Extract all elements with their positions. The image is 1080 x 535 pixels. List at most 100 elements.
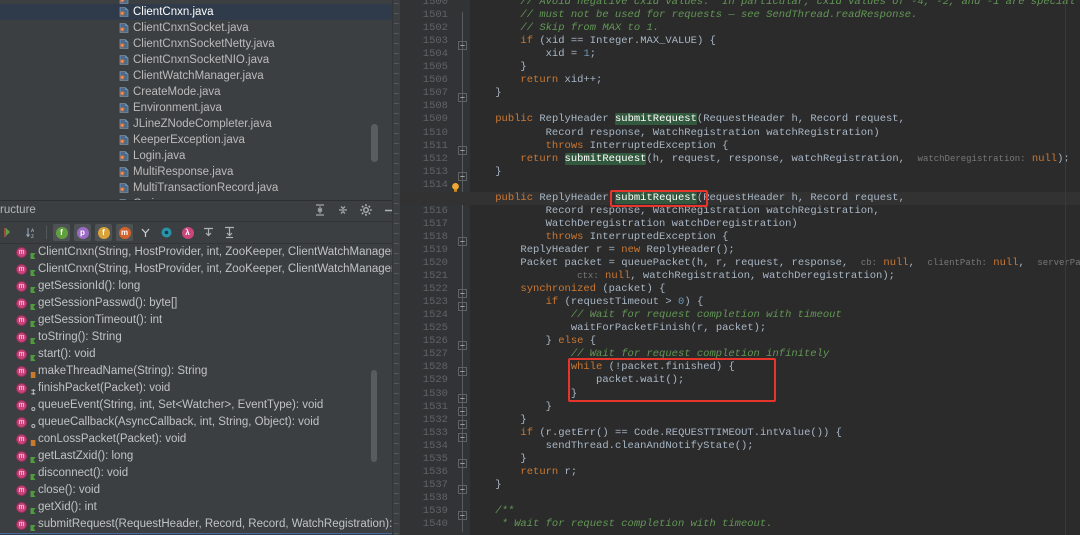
- list-item[interactable]: ClientCnxnSocket.java: [0, 20, 400, 36]
- code-fold-toggle[interactable]: [458, 142, 467, 155]
- editor-code-folding-column[interactable]: [456, 0, 470, 535]
- line-number[interactable]: 1508: [423, 100, 448, 113]
- code-line[interactable]: if (xid == Integer.MAX_VALUE) {: [470, 35, 715, 48]
- line-number[interactable]: 1525: [423, 322, 448, 335]
- line-number[interactable]: 1506: [423, 74, 448, 87]
- code-fold-toggle[interactable]: [458, 168, 467, 181]
- line-number[interactable]: 1530: [423, 388, 448, 401]
- list-item[interactable]: m getLastZxid(): long: [0, 448, 400, 465]
- code-line[interactable]: if (requestTimeout > 0) {: [470, 296, 704, 309]
- line-number[interactable]: 1537: [423, 479, 448, 492]
- code-line[interactable]: if (r.getErr() == Code.REQUESTTIMEOUT.in…: [470, 427, 842, 440]
- line-number[interactable]: 1538: [423, 492, 448, 505]
- code-line[interactable]: WatchDeregistration watchDeregistration): [470, 218, 798, 231]
- code-line[interactable]: public ReplyHeader submitRequest(Request…: [470, 113, 905, 126]
- list-item[interactable]: m toString(): String: [0, 329, 400, 346]
- sort-alphabetically-button[interactable]: AZ: [23, 224, 40, 241]
- code-fold-toggle[interactable]: [458, 429, 467, 442]
- line-number[interactable]: 1511: [423, 140, 448, 153]
- list-item[interactable]: Login.java: [0, 148, 400, 164]
- gear-icon[interactable]: [359, 203, 373, 217]
- code-fold-toggle[interactable]: [458, 233, 467, 246]
- line-number[interactable]: 1522: [423, 283, 448, 296]
- list-item[interactable]: ClientWatchManager.java: [0, 68, 400, 84]
- show-fields-button[interactable]: f: [53, 224, 70, 241]
- line-number[interactable]: 1505: [423, 61, 448, 74]
- code-line[interactable]: } else {: [470, 335, 596, 348]
- code-line[interactable]: ReplyHeader r = new ReplyHeader();: [470, 244, 734, 257]
- line-number[interactable]: 1504: [423, 48, 448, 61]
- line-number[interactable]: 1512: [423, 153, 448, 166]
- show-lambdas-button[interactable]: λ: [179, 224, 196, 241]
- expand-all-icon[interactable]: [313, 203, 327, 217]
- editor-code-text[interactable]: // Avoid negative cxid values. In partic…: [400, 0, 1080, 535]
- line-number[interactable]: 1500: [423, 0, 448, 9]
- list-item[interactable]: m disconnect(): void: [0, 465, 400, 482]
- code-fold-toggle[interactable]: [458, 416, 467, 429]
- line-number[interactable]: 1535: [423, 453, 448, 466]
- code-line[interactable]: Packet packet = queuePacket(h, r, reques…: [470, 257, 1080, 270]
- list-item[interactable]: m finishPacket(Packet): void: [0, 380, 400, 397]
- project-tree-scrollbar-thumb[interactable]: [371, 124, 378, 162]
- line-number[interactable]: 1533: [423, 427, 448, 440]
- list-item[interactable]: Environment.java: [0, 100, 400, 116]
- line-number[interactable]: 1534: [423, 440, 448, 453]
- code-line[interactable]: }: [470, 479, 501, 492]
- code-line[interactable]: throws InterruptedException {: [470, 140, 729, 153]
- line-number[interactable]: 1536: [423, 466, 448, 479]
- list-item[interactable]: m conLossPacket(Packet): void: [0, 431, 400, 448]
- code-line[interactable]: Record response, WatchRegistration watch…: [470, 127, 880, 140]
- list-item[interactable]: CreateMode.java: [0, 84, 400, 100]
- code-fold-toggle[interactable]: [458, 37, 467, 51]
- expand-tree-button[interactable]: [200, 224, 217, 241]
- code-fold-toggle[interactable]: [458, 455, 467, 468]
- code-line[interactable]: // Avoid negative cxid values. In partic…: [470, 0, 1080, 9]
- code-line[interactable]: ctx: null, watchRegistration, watchDereg…: [470, 270, 895, 283]
- list-item[interactable]: m ClientCnxn(String, HostProvider, int, Z…: [0, 261, 400, 278]
- list-item[interactable]: m start(): void: [0, 346, 400, 363]
- line-number[interactable]: 1501: [423, 9, 448, 22]
- list-item[interactable]: MultiResponse.java: [0, 164, 400, 180]
- line-number[interactable]: 1524: [423, 309, 448, 322]
- line-number[interactable]: 1514: [423, 179, 448, 192]
- line-number[interactable]: 1528: [423, 361, 448, 374]
- list-item[interactable]: m getSessionPasswd(): byte[]: [0, 295, 400, 312]
- line-number[interactable]: 1527: [423, 348, 448, 361]
- line-number[interactable]: 1531: [423, 401, 448, 414]
- list-item[interactable]: ClientCnxn.java: [0, 4, 400, 20]
- intention-bulb-icon[interactable]: [450, 180, 461, 192]
- code-line[interactable]: sendThread.cleanAndNotifyState();: [470, 440, 754, 453]
- code-line[interactable]: }: [470, 453, 526, 466]
- line-number[interactable]: 1503: [423, 35, 448, 48]
- code-line[interactable]: }: [470, 87, 501, 100]
- project-files-tree[interactable]: ClientCnxn.java ClientCnxnSocket.java Clie…: [0, 0, 400, 200]
- editor-line-number-gutter[interactable]: 1500 1501 1502 1503 1504 1505 1506 1507 1508 1509…: [400, 0, 456, 535]
- list-item[interactable]: m ClientCnxn(String, HostProvider, int, Z…: [0, 244, 400, 261]
- list-item[interactable]: m makeThreadName(String): String: [0, 363, 400, 380]
- show-functions-button[interactable]: f: [95, 224, 112, 241]
- code-line[interactable]: packet.wait();: [470, 374, 684, 387]
- line-number[interactable]: 1502: [423, 22, 448, 35]
- list-item[interactable]: KeeperException.java: [0, 132, 400, 148]
- code-line[interactable]: // Wait for request completion infinitel…: [470, 348, 829, 361]
- show-anonymous-button[interactable]: [158, 224, 175, 241]
- list-item[interactable]: m getSessionId(): long: [0, 278, 400, 295]
- code-line[interactable]: while (!packet.finished) {: [470, 361, 735, 374]
- code-line[interactable]: // Skip from MAX to 1.: [470, 22, 659, 35]
- code-line[interactable]: * Wait for request completion with timeo…: [470, 518, 773, 531]
- list-item[interactable]: m close(): void: [0, 482, 400, 499]
- code-fold-toggle[interactable]: [458, 481, 467, 494]
- code-line[interactable]: throws InterruptedException {: [470, 231, 729, 244]
- collapse-all-icon[interactable]: [336, 203, 350, 217]
- show-inherited-button[interactable]: [137, 224, 154, 241]
- list-item[interactable]: ClientCnxnSocketNIO.java: [0, 52, 400, 68]
- show-properties-button[interactable]: p: [74, 224, 91, 241]
- line-number[interactable]: 1532: [423, 414, 448, 427]
- code-editor[interactable]: 1500 1501 1502 1503 1504 1505 1506 1507 1508 1509…: [400, 0, 1080, 535]
- list-item[interactable]: m queueCallback(AsyncCallback, int, Strin…: [0, 414, 400, 431]
- code-line[interactable]: waitForPacketFinish(r, packet);: [470, 322, 766, 335]
- line-number[interactable]: 1507: [423, 87, 448, 100]
- list-item[interactable]: MultiTransactionRecord.java: [0, 180, 400, 196]
- show-methods-button[interactable]: m: [116, 224, 133, 241]
- list-item[interactable]: m queueEvent(String, int, Set<Watcher>, E…: [0, 397, 400, 414]
